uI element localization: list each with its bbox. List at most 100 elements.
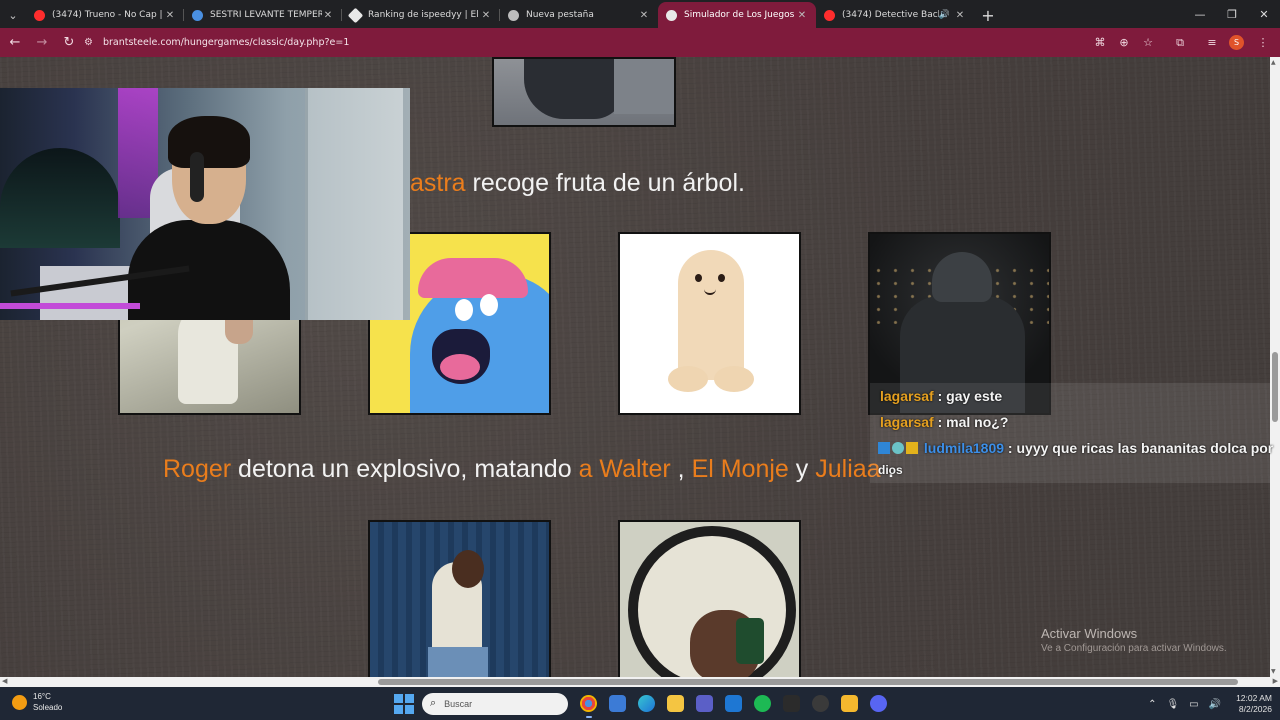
reload-icon[interactable]: ↻: [57, 31, 81, 55]
outlook-app-icon[interactable]: [721, 691, 747, 717]
chrome-app-icon[interactable]: [576, 691, 602, 718]
youtube-icon: [34, 9, 45, 21]
gem-badge-icon: [892, 442, 904, 454]
tab-detective-background[interactable]: (3474) Detective Backgroun 🔊 ✕: [816, 2, 974, 28]
bolt-app-icon[interactable]: [837, 691, 863, 717]
weather-widget[interactable]: 16°C Soleado: [12, 691, 62, 713]
volume-icon[interactable]: 🔊: [1209, 699, 1221, 710]
globe-icon: [192, 9, 203, 21]
browser-toolbar: ← → ↻ ⚙ brantsteele.com/hungergames/clas…: [0, 28, 1280, 57]
webcam-detail: [305, 88, 403, 320]
tab-ranking-ispeedyy[interactable]: Ranking de ispeedyy | El mejor ✕: [342, 2, 500, 28]
store-app-icon[interactable]: [605, 691, 631, 717]
translate-icon[interactable]: ⌘: [1089, 32, 1111, 54]
back-arrow-icon[interactable]: ←: [3, 31, 27, 55]
url-text[interactable]: brantsteele.com/hungergames/classic/day.…: [103, 37, 349, 48]
crown-badge-icon: [906, 442, 918, 454]
close-icon[interactable]: ✕: [954, 10, 966, 21]
scrollbar-thumb[interactable]: [378, 679, 1238, 685]
scroll-down-icon[interactable]: ▼: [1271, 668, 1276, 675]
address-bar[interactable]: ⚙ brantsteele.com/hungergames/classic/da…: [80, 31, 1100, 54]
tab-sestri-levante[interactable]: SESTRI LEVANTE TEMPERATURA ✕: [184, 2, 342, 28]
discord-app-icon[interactable]: [866, 691, 892, 717]
chat-text: : gay este: [933, 388, 1003, 404]
close-icon[interactable]: ✕: [322, 10, 334, 21]
chat-text: : uyyy que ricas las bananitas dolca por: [1004, 440, 1274, 456]
portrait-detail: [668, 366, 708, 392]
teams-app-icon[interactable]: [692, 691, 718, 717]
webcam-detail: [168, 116, 250, 168]
bookmark-star-icon[interactable]: ☆: [1137, 32, 1159, 54]
tab-trueno[interactable]: (3474) Trueno - No Cap | A COL ✕: [26, 2, 184, 28]
tribute-portrait-5: [368, 520, 551, 677]
taskbar-clock[interactable]: 12:02 AM 8/2/2026: [1236, 693, 1272, 715]
tab-search-chevron-icon[interactable]: ⌄: [0, 2, 26, 28]
weather-text: 16°C Soleado: [33, 691, 62, 713]
site-info-icon[interactable]: ⚙: [84, 37, 93, 48]
portrait-detail: [524, 59, 624, 119]
event-separator: ,: [670, 455, 692, 483]
tribute-name: astra: [410, 169, 466, 197]
tribute-portrait-6: [618, 520, 801, 677]
event-line-fruit: astra recoge fruta de un árbol.: [410, 169, 745, 198]
edge-app-icon[interactable]: [634, 691, 660, 717]
chat-text: : mal no¿?: [933, 414, 1009, 430]
close-icon[interactable]: ✕: [638, 10, 650, 21]
spotify-app-icon[interactable]: [750, 691, 776, 717]
portrait-detail: [714, 366, 754, 392]
close-window-icon[interactable]: ✕: [1248, 0, 1280, 28]
system-tray: ⌃ 🎙 ▭ 🔊 12:02 AM 8/2/2026: [1143, 692, 1272, 716]
profile-avatar[interactable]: S: [1229, 35, 1244, 50]
epic-games-icon[interactable]: [779, 691, 805, 717]
scroll-right-icon[interactable]: ▶: [1273, 677, 1278, 685]
scrollbar-thumb[interactable]: [1272, 352, 1278, 422]
forward-arrow-icon[interactable]: →: [30, 31, 54, 55]
portrait-detail: [718, 274, 725, 282]
scroll-left-icon[interactable]: ◀: [2, 677, 7, 685]
taskbar-search[interactable]: ⌕ Buscar: [422, 692, 568, 715]
chat-message: lagarsaf : mal no¿?: [880, 414, 1008, 430]
chevron-up-icon[interactable]: ⌃: [1148, 699, 1156, 710]
scroll-up-icon[interactable]: ▲: [1271, 59, 1276, 66]
speaker-icon[interactable]: 🔊: [939, 10, 950, 20]
tab-nueva-pestana[interactable]: Nueva pestaña ✕: [500, 2, 658, 28]
portrait-detail: [480, 294, 498, 316]
chat-message: ludmila1809 : uyyy que ricas las bananit…: [878, 440, 1273, 456]
tab-simulador-juegos[interactable]: Simulador de Los Juegos del H ✕: [658, 2, 816, 28]
close-icon[interactable]: ✕: [164, 10, 176, 21]
portrait-detail: [455, 299, 473, 321]
extensions-icon[interactable]: ⧉: [1169, 32, 1191, 54]
new-tab-button[interactable]: +: [974, 2, 1002, 28]
tab-strip: ⌄ (3474) Trueno - No Cap | A COL ✕ SESTR…: [0, 0, 1280, 28]
horizontal-scrollbar[interactable]: ◀ ▶: [0, 677, 1280, 687]
event-description: recoge fruta de un árbol.: [465, 169, 745, 197]
close-icon[interactable]: ✕: [796, 10, 808, 21]
webcam-detail: [190, 152, 204, 202]
tribute-name: Roger: [163, 455, 232, 483]
zoom-icon[interactable]: ⊕: [1113, 32, 1135, 54]
file-explorer-icon[interactable]: [663, 691, 689, 717]
globe-icon: [666, 9, 677, 21]
vertical-scrollbar[interactable]: ▲ ▼: [1270, 57, 1280, 677]
portrait-detail: [695, 274, 702, 282]
windows-start-icon[interactable]: [392, 692, 416, 716]
weather-desc: Soleado: [33, 703, 63, 712]
game-app-icon[interactable]: [808, 691, 834, 717]
tribute-portrait-top: [492, 57, 676, 127]
restore-icon[interactable]: ❐: [1216, 0, 1248, 28]
webcam-detail: [0, 303, 140, 309]
clock-time: 12:02 AM: [1236, 693, 1272, 703]
tribute-portrait-3: [618, 232, 801, 415]
media-controls-icon[interactable]: ≡: [1201, 32, 1223, 54]
close-icon[interactable]: ✕: [480, 10, 492, 21]
display-icon[interactable]: ▭: [1189, 699, 1198, 710]
clock-date: 8/2/2026: [1238, 704, 1272, 714]
prime-badge-icon: [878, 442, 890, 454]
weather-temp: 16°C: [33, 692, 51, 701]
microphone-icon[interactable]: 🎙: [1166, 699, 1179, 710]
minimize-icon[interactable]: —: [1184, 0, 1216, 28]
menu-kebab-icon[interactable]: ⋮: [1252, 32, 1274, 54]
watermark-title: Activar Windows: [1041, 626, 1138, 641]
chat-username: lagarsaf: [880, 414, 934, 430]
window-controls: — ❐ ✕: [1184, 0, 1280, 28]
